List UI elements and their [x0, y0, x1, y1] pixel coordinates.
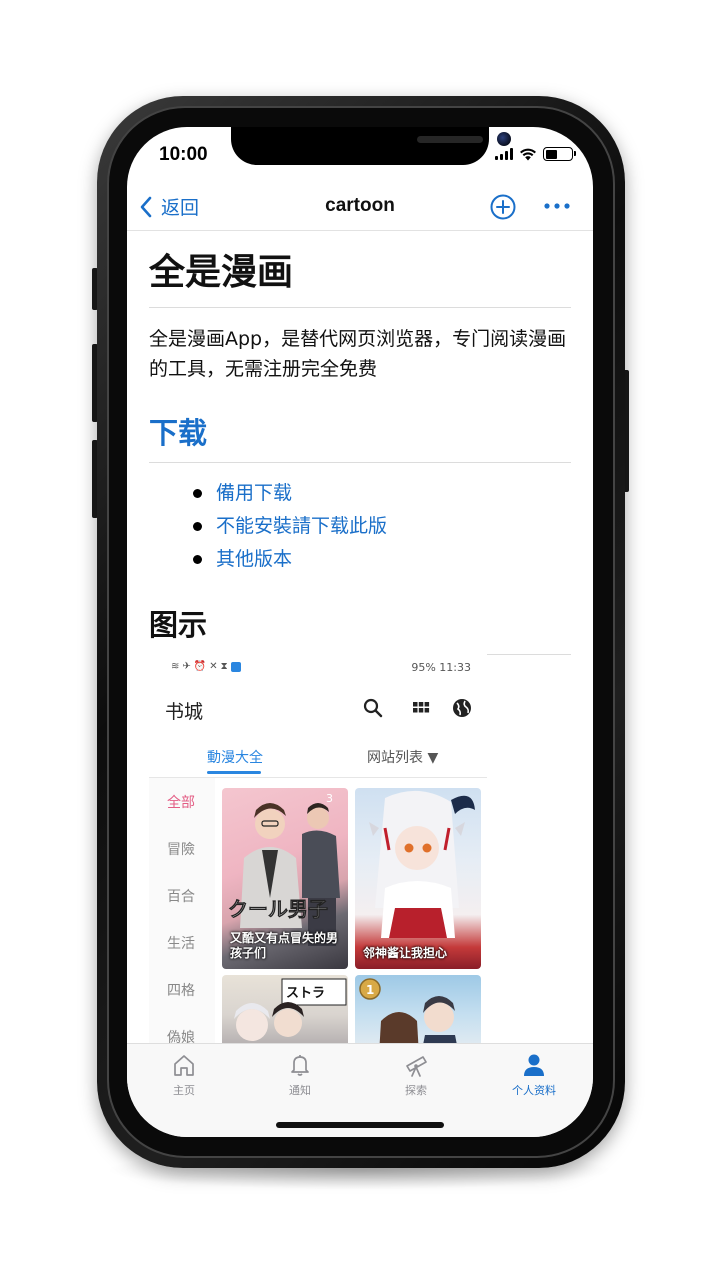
- category-item: 四格: [167, 983, 195, 999]
- home-icon: [174, 1055, 194, 1076]
- telescope-icon: [406, 1056, 427, 1077]
- tab-profile[interactable]: 个人资料: [479, 1052, 589, 1098]
- wifi-icon: [520, 148, 536, 160]
- download-link-backup[interactable]: 備用下载: [193, 477, 571, 510]
- svg-text:3: 3: [326, 792, 333, 805]
- comic-card: 1: [355, 975, 481, 1043]
- speaker-grille: [417, 136, 483, 143]
- article-title: 全是漫画: [149, 231, 571, 308]
- tab-site-list: 网站列表 ▼: [367, 750, 439, 766]
- bell-icon: [291, 1055, 309, 1076]
- tab-notifications-label: 通知: [289, 1084, 311, 1097]
- embedded-status-bar: ≋ ✈ ⏰ ✕ ⧗ 95% 11:33: [171, 661, 471, 677]
- search-icon: [363, 698, 383, 718]
- comic-cover-art: 1: [359, 978, 457, 1043]
- comic-card-title: 邻神酱让我担心: [363, 946, 448, 960]
- cellular-signal-icon: [495, 148, 513, 160]
- chevron-left-icon: [140, 196, 152, 217]
- battery-icon: [543, 147, 576, 161]
- globe-icon: [453, 699, 471, 717]
- add-button[interactable]: [490, 194, 516, 220]
- comic-card: クール男子 3 又酷又有点冒失的男孩子们: [222, 788, 348, 969]
- airplane-icon: ✈: [182, 661, 191, 672]
- category-item: 偽娘: [167, 1030, 195, 1043]
- bookstore-title: 书城: [165, 701, 204, 723]
- active-tab-indicator: [207, 771, 261, 774]
- front-camera: [497, 132, 511, 146]
- category-item: 冒險: [167, 842, 195, 858]
- tab-explore[interactable]: 探索: [361, 1052, 471, 1098]
- download-links: 備用下载 不能安裝請下载此版 其他版本: [149, 477, 571, 576]
- comic-cover-art: [369, 790, 475, 938]
- comic-card-title: 又酷又有点冒失的男孩子们: [230, 931, 339, 960]
- article-content: 全是漫画 全是漫画App，是替代网页浏览器，专门阅读漫画的工具，无需注册完全免费…: [149, 231, 571, 655]
- navigation-bar: 返回 cartoon: [127, 185, 593, 231]
- home-indicator[interactable]: [276, 1122, 444, 1128]
- phone-screen: 10:00 返回 cartoon 全是漫画 全是漫画App，是替代网页浏览器，专…: [127, 127, 593, 1137]
- app-screenshot-image: ≋ ✈ ⏰ ✕ ⧗ 95% 11:33 书城 動漫大全 网站列表 ▼ 全部 冒險…: [149, 647, 487, 1043]
- mute-icon: ✕: [209, 661, 218, 672]
- more-button[interactable]: [543, 195, 571, 217]
- comic-card: 邻神酱让我担心: [355, 788, 481, 969]
- tab-home-label: 主页: [173, 1084, 195, 1097]
- download-link-other-versions[interactable]: 其他版本: [193, 543, 571, 576]
- download-heading[interactable]: 下载: [149, 410, 571, 463]
- tab-notifications[interactable]: 通知: [245, 1052, 355, 1098]
- person-icon: [524, 1054, 544, 1076]
- article-description: 全是漫画App，是替代网页浏览器，专门阅读漫画的工具，无需注册完全免费: [149, 328, 567, 380]
- back-label: 返回: [161, 197, 200, 219]
- notch: [231, 127, 511, 165]
- category-item: 百合: [167, 889, 195, 905]
- svg-text:クール男子: クール男子: [228, 897, 328, 921]
- app-notification-icon: [230, 661, 241, 672]
- back-button[interactable]: 返回: [139, 193, 199, 220]
- category-sidebar: 全部 冒險 百合 生活 四格 偽娘: [149, 778, 215, 1043]
- tab-explore-label: 探索: [405, 1084, 427, 1097]
- download-link-alternate[interactable]: 不能安裝請下载此版: [193, 510, 571, 543]
- status-icons: [495, 147, 576, 161]
- status-time: 10:00: [159, 144, 208, 165]
- hourglass-icon: ⧗: [220, 661, 228, 672]
- alarm-icon: ⏰: [193, 661, 207, 672]
- grid-view-icon: [413, 702, 430, 713]
- tab-anime-catalog: 動漫大全: [207, 750, 263, 766]
- tab-profile-label: 个人资料: [512, 1084, 556, 1097]
- comic-cover-art: ストラ: [234, 978, 347, 1041]
- comic-card: ストラ: [222, 975, 348, 1043]
- category-item: 全部: [167, 795, 195, 811]
- svg-text:1: 1: [366, 983, 374, 997]
- wifi-icon: ≋: [171, 661, 180, 672]
- svg-text:ストラ: ストラ: [286, 986, 325, 1001]
- category-item: 生活: [167, 936, 195, 952]
- tab-home[interactable]: 主页: [129, 1052, 239, 1098]
- embedded-status-right: 95% 11:33: [411, 661, 471, 674]
